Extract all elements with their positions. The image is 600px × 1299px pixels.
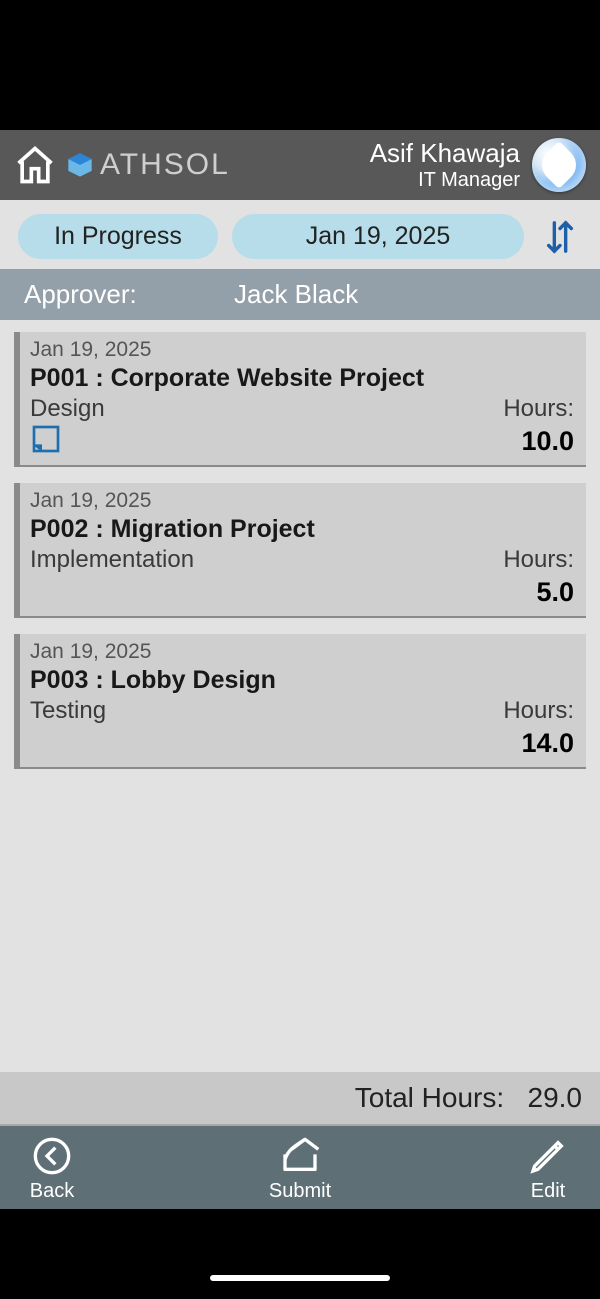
entry-date: Jan 19, 2025: [30, 489, 574, 513]
approver-label: Approver:: [24, 279, 234, 310]
device-home-bar: [0, 1209, 600, 1299]
note-icon: [30, 423, 62, 455]
sort-button[interactable]: [538, 215, 582, 259]
back-label: Back: [30, 1180, 74, 1203]
submit-label: Submit: [269, 1180, 331, 1203]
total-hours-label: Total Hours:: [355, 1082, 504, 1113]
user-name: Asif Khawaja: [370, 138, 520, 169]
entry-title: P003 : Lobby Design: [30, 666, 574, 695]
entry-hours-label: Hours:: [503, 697, 574, 725]
entry-note-indicator[interactable]: [30, 423, 64, 457]
entry-activity: Implementation: [30, 546, 194, 574]
approver-bar: Approver: Jack Black: [0, 269, 600, 320]
entry-date: Jan 19, 2025: [30, 338, 574, 362]
user-avatar[interactable]: [532, 138, 586, 192]
time-entry-card[interactable]: Jan 19, 2025P002 : Migration ProjectImpl…: [14, 483, 586, 618]
entries-list: Jan 19, 2025P001 : Corporate Website Pro…: [0, 320, 600, 769]
back-button[interactable]: Back: [28, 1134, 76, 1203]
date-filter-pill[interactable]: Jan 19, 2025: [232, 214, 524, 259]
entry-hours-label: Hours:: [503, 395, 574, 423]
submit-button[interactable]: Submit: [269, 1134, 331, 1203]
total-hours-value: 29.0: [528, 1082, 583, 1113]
entry-hours-value: 5.0: [536, 577, 574, 608]
bottom-nav: Back Submit Edit: [0, 1126, 600, 1209]
time-entry-card[interactable]: Jan 19, 2025P001 : Corporate Website Pro…: [14, 332, 586, 467]
brand-name: ATHSOL: [100, 148, 230, 182]
edit-button[interactable]: Edit: [524, 1134, 572, 1203]
pencil-icon: [528, 1136, 568, 1176]
home-icon: [13, 143, 57, 187]
entry-title: P001 : Corporate Website Project: [30, 364, 574, 393]
user-role: IT Manager: [370, 169, 520, 192]
approver-name: Jack Black: [234, 279, 358, 310]
entry-note-indicator: [30, 574, 64, 608]
time-entry-card[interactable]: Jan 19, 2025P003 : Lobby DesignTesting Ho…: [14, 634, 586, 769]
total-hours-row: Total Hours: 29.0: [0, 1072, 600, 1126]
entry-hours-value: 14.0: [521, 728, 574, 759]
back-chevron-icon: [32, 1136, 72, 1176]
app-header: ATHSOL Asif Khawaja IT Manager: [0, 130, 600, 200]
user-info: Asif Khawaja IT Manager: [370, 138, 520, 192]
entry-note-indicator: [30, 725, 64, 759]
entry-activity: Design: [30, 395, 105, 423]
entry-title: P002 : Migration Project: [30, 515, 574, 544]
status-filter-pill[interactable]: In Progress: [18, 214, 218, 259]
sort-arrows-icon: [543, 217, 577, 257]
entry-hours-value: 10.0: [521, 426, 574, 457]
status-bar-spacer: [0, 0, 600, 130]
edit-label: Edit: [531, 1180, 565, 1203]
share-icon: [278, 1136, 322, 1176]
brand: ATHSOL: [66, 148, 230, 182]
filter-row: In Progress Jan 19, 2025: [0, 200, 600, 269]
entry-hours-label: Hours:: [503, 546, 574, 574]
entry-date: Jan 19, 2025: [30, 640, 574, 664]
entry-activity: Testing: [30, 697, 106, 725]
home-indicator: [210, 1275, 390, 1281]
home-button[interactable]: [8, 138, 62, 192]
brand-logo-icon: [66, 151, 94, 179]
